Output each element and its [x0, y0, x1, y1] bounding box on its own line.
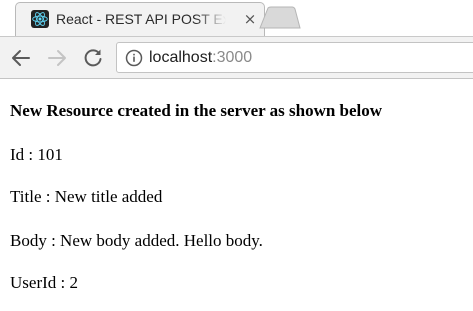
url-host: localhost [149, 49, 213, 66]
browser-toolbar: localhost:3000 [0, 36, 473, 79]
reload-icon [84, 49, 102, 67]
resource-id: Id : 101 [10, 145, 63, 164]
address-bar[interactable]: localhost:3000 [116, 42, 473, 73]
resource-body: Body : New body added. Hello body. [10, 231, 263, 250]
url-text[interactable]: localhost:3000 [149, 49, 252, 67]
react-logo-icon [31, 10, 49, 28]
tab-close-icon[interactable]: × [240, 9, 260, 29]
tab-title: React - REST API POST Ex [56, 11, 226, 27]
resource-user-id: UserId : 2 [10, 273, 78, 292]
reload-button[interactable] [81, 46, 105, 70]
resource-title: Title : New title added [10, 187, 163, 206]
tab-strip: React - REST API POST Ex × [0, 0, 473, 36]
back-button[interactable] [9, 46, 33, 70]
arrow-right-icon [48, 50, 66, 66]
arrow-left-icon [12, 50, 30, 66]
tab-react-rest-api[interactable]: React - REST API POST Ex × [15, 2, 265, 36]
forward-button[interactable] [45, 46, 69, 70]
page-heading: New Resource created in the server as sh… [10, 101, 383, 120]
info-circle-icon[interactable] [125, 49, 143, 67]
new-tab-button[interactable] [259, 6, 301, 29]
url-port: :3000 [212, 49, 253, 66]
